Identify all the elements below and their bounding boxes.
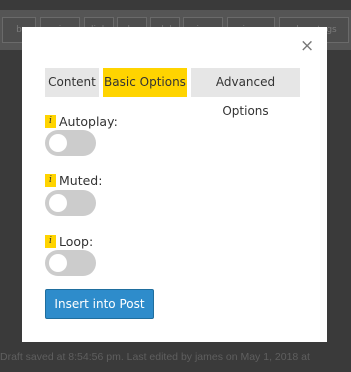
tab-advanced-options[interactable]: Advanced Options [191, 68, 300, 118]
toggle-knob [49, 194, 67, 212]
close-icon[interactable]: × [300, 38, 314, 55]
toggle-knob [49, 134, 67, 152]
draft-status-text: Draft saved at 8:54:56 pm. Last edited b… [0, 351, 310, 363]
options-modal: × Content Basic Options Advanced Options… [22, 27, 327, 342]
info-icon[interactable]: i [45, 234, 56, 248]
toggle-knob [49, 254, 67, 272]
autoplay-label: i Autoplay: [45, 113, 118, 129]
insert-into-post-button[interactable]: Insert into Post [45, 289, 154, 319]
info-icon[interactable]: i [45, 114, 56, 128]
loop-toggle[interactable] [45, 250, 96, 276]
muted-label: i Muted: [45, 172, 102, 188]
tab-content[interactable]: Content [45, 68, 99, 97]
loop-label: i Loop: [45, 233, 93, 249]
muted-label-text: Muted: [59, 172, 103, 188]
loop-label-text: Loop: [59, 233, 94, 249]
tab-basic-options[interactable]: Basic Options [103, 68, 187, 97]
autoplay-label-text: Autoplay: [59, 113, 118, 129]
info-icon[interactable]: i [45, 173, 56, 187]
autoplay-toggle[interactable] [45, 130, 96, 156]
muted-toggle[interactable] [45, 190, 96, 216]
